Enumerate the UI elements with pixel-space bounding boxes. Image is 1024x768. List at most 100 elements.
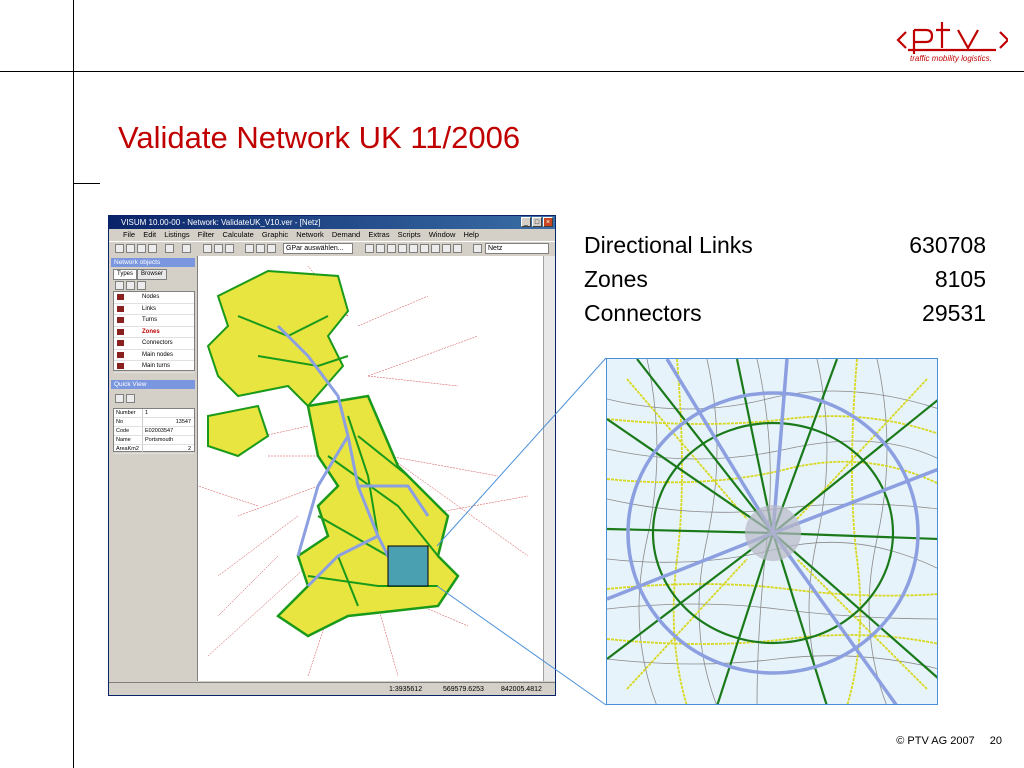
slide-footer: © PTV AG 2007 20 (884, 735, 1002, 747)
graphic-tools-icon[interactable] (267, 244, 276, 253)
table-row: Code E02003547 (114, 427, 194, 436)
zoom-previous-icon[interactable] (398, 244, 407, 253)
save-icon[interactable] (137, 244, 146, 253)
list-item[interactable]: Main turns (114, 361, 194, 373)
zoom-out-icon[interactable] (376, 244, 385, 253)
page-number: 20 (989, 735, 1002, 747)
stat-value: 630708 (909, 232, 986, 258)
menu-calculate[interactable]: Calculate (223, 230, 254, 239)
table-row: Name Portsmouth (114, 436, 194, 445)
stat-value: 29531 (922, 300, 986, 326)
select-icon[interactable] (137, 281, 146, 290)
window-title: VISUM 10.00-00 - Network: ValidateUK_V10… (121, 218, 321, 227)
minimize-button[interactable]: _ (521, 217, 531, 227)
object-tools (115, 281, 146, 290)
uk-network-map (198, 265, 529, 677)
slide-title: Validate Network UK 11/2006 (118, 120, 521, 155)
object-type-list: Nodes Links Turns Zones Connectors Main … (113, 291, 195, 373)
table-row: AreaKm2 2 (114, 445, 194, 454)
pencil-icon[interactable] (442, 244, 451, 253)
tab-types[interactable]: Types (113, 269, 138, 280)
menu-filter[interactable]: Filter (198, 230, 215, 239)
table-row: No 13547 (114, 418, 194, 427)
list-item[interactable]: Connectors (114, 338, 194, 350)
london-network-map (607, 359, 937, 704)
main-toolbar: GPar auswählen... Netz (109, 241, 555, 257)
copy-icon[interactable] (126, 394, 135, 403)
help-pointer-icon[interactable] (225, 244, 234, 253)
list-item[interactable]: Links (114, 304, 194, 315)
menu-graphic[interactable]: Graphic (262, 230, 288, 239)
central-london-mesh (745, 505, 801, 561)
status-x-coordinate: 569579.6253 (443, 686, 484, 693)
menu-scripts[interactable]: Scripts (398, 230, 421, 239)
pan-icon[interactable] (420, 244, 429, 253)
list-icon[interactable] (245, 244, 254, 253)
left-panel: Network objects Types Browser Nodes Link… (109, 256, 198, 681)
list-item[interactable]: Nodes (114, 292, 194, 304)
visum-window: VISUM 10.00-00 - Network: ValidateUK_V10… (108, 215, 556, 696)
pointer-icon[interactable] (126, 281, 135, 290)
menu-demand[interactable]: Demand (332, 230, 360, 239)
zoom-in-icon[interactable] (365, 244, 374, 253)
menu-network[interactable]: Network (296, 230, 324, 239)
tab-browser[interactable]: Browser (137, 269, 168, 280)
stat-value: 8105 (934, 266, 986, 292)
status-scale: 1:3935612 (389, 686, 423, 693)
quick-view-tools (115, 394, 135, 403)
logo-tagline: traffic mobility logistics. (910, 54, 992, 63)
object-tabs: Types Browser (113, 269, 168, 280)
menu-extras[interactable]: Extras (368, 230, 389, 239)
northern-ireland-region (207, 404, 270, 458)
status-y-coordinate: 842005.4812 (501, 686, 542, 693)
open-file-icon[interactable] (126, 244, 135, 253)
maximize-button[interactable]: □ (532, 217, 542, 227)
list-item-selected[interactable]: Zones (114, 327, 194, 338)
crosshair-icon[interactable] (115, 281, 124, 290)
stat-label: Directional Links (584, 232, 753, 258)
view-icon[interactable] (473, 244, 482, 253)
zoom-window-icon[interactable] (387, 244, 396, 253)
network-map-view[interactable] (198, 256, 543, 681)
menu-edit[interactable]: Edit (143, 230, 156, 239)
window-controls: _ □ × (521, 217, 553, 227)
copyright-text: © PTV AG 2007 (896, 735, 975, 747)
london-zoom-inset (606, 358, 938, 705)
save-as-icon[interactable] (148, 244, 157, 253)
view-select[interactable]: Netz (485, 243, 549, 254)
menu-listings[interactable]: Listings (164, 230, 189, 239)
vertical-scrollbar[interactable] (543, 256, 555, 681)
undo-icon[interactable] (165, 244, 174, 253)
menu-file[interactable]: File (123, 230, 135, 239)
window-titlebar: VISUM 10.00-00 - Network: ValidateUK_V10… (109, 216, 555, 229)
graphic-params-icon[interactable] (256, 244, 265, 253)
close-button[interactable]: × (543, 217, 553, 227)
zoom-all-icon[interactable] (409, 244, 418, 253)
network-stats: Directional Links 630708 Zones 8105 Conn… (584, 228, 986, 330)
menu-window[interactable]: Window (429, 230, 456, 239)
redo-icon[interactable] (182, 244, 191, 253)
stat-row: Zones 8105 (584, 262, 986, 296)
list-item[interactable]: Main nodes (114, 350, 194, 361)
slide-vertical-rule (73, 0, 74, 768)
quick-view-table: Number 1 No 13547 Code E02003547 Name Portsm… (113, 408, 195, 454)
table-row: Number 1 (114, 409, 194, 418)
menu-help[interactable]: Help (463, 230, 478, 239)
slide-title-tick (73, 183, 100, 184)
print-icon[interactable] (214, 244, 223, 253)
turns-icon (117, 317, 124, 323)
stat-row: Connectors 29531 (584, 296, 986, 330)
network-objects-header: Network objects (111, 258, 195, 267)
graphic-params-select[interactable]: GPar auswählen... (283, 243, 353, 254)
list-item[interactable]: Turns (114, 315, 194, 327)
main-turns-icon (117, 363, 124, 369)
scotland-region (206, 269, 350, 408)
connectors-icon (117, 340, 124, 346)
measure-icon[interactable] (431, 244, 440, 253)
new-file-icon[interactable] (115, 244, 124, 253)
zoom-selection-box[interactable] (387, 545, 429, 587)
stat-label: Zones (584, 266, 648, 292)
binoculars-icon[interactable] (203, 244, 212, 253)
color-icon[interactable] (453, 244, 462, 253)
sort-icon[interactable] (115, 394, 124, 403)
